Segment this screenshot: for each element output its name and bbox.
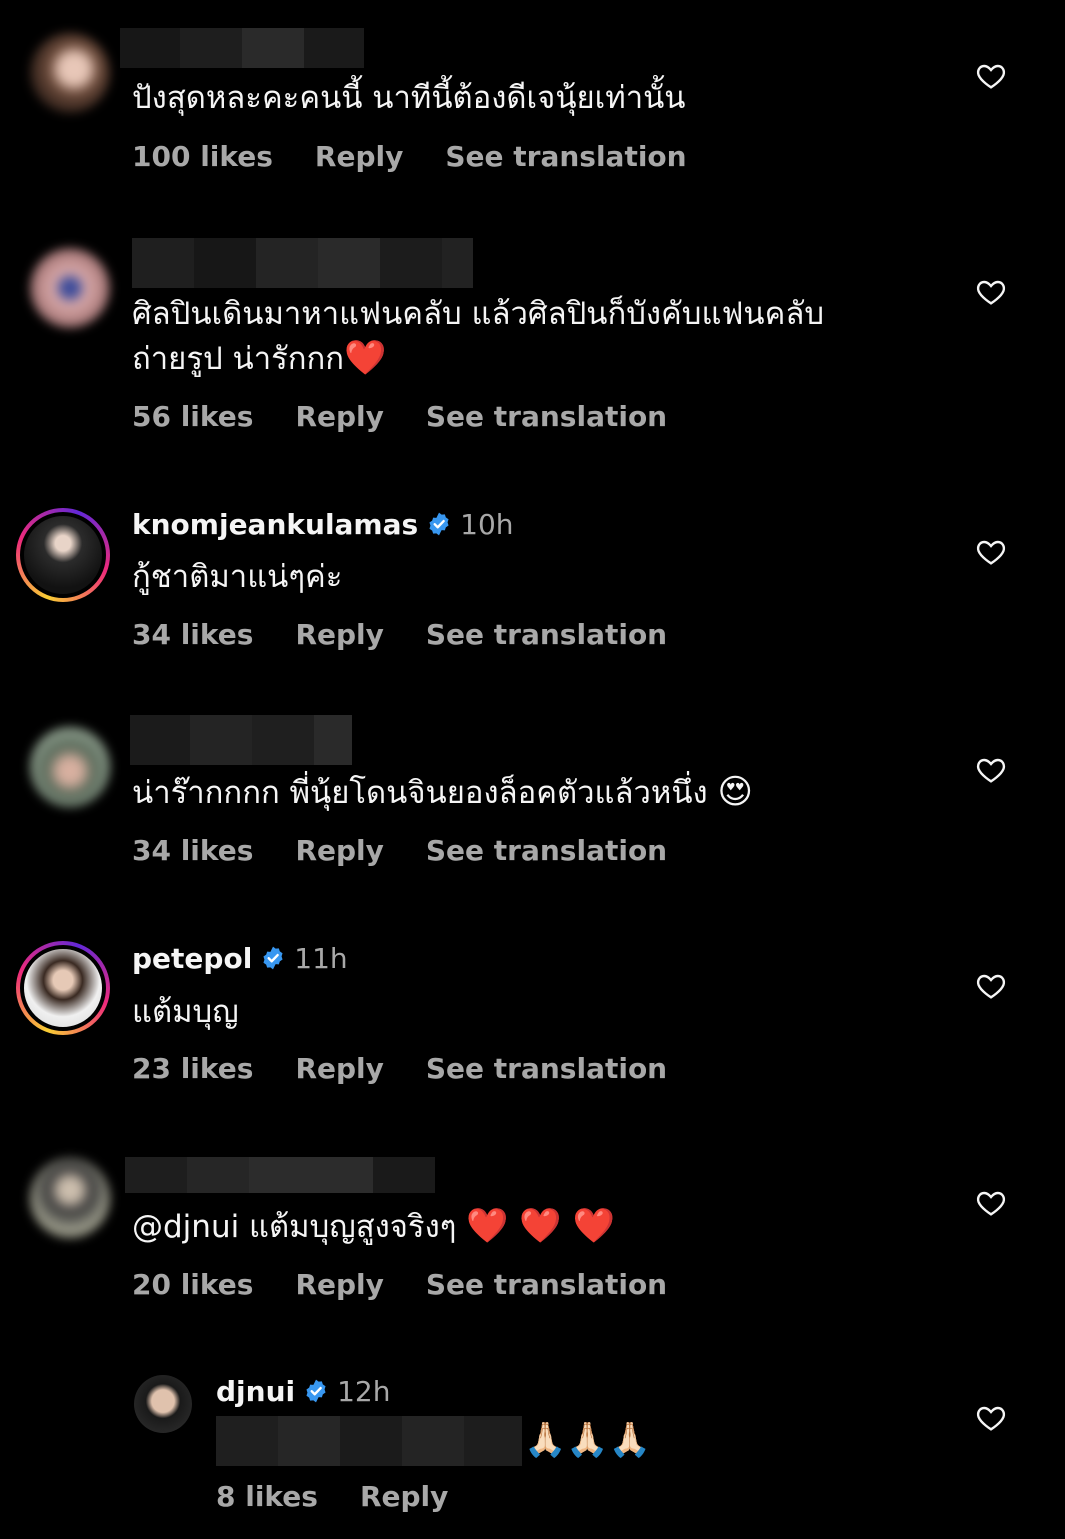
see-translation-button[interactable]: See translation	[426, 834, 667, 867]
likes-count[interactable]: 23 likes	[132, 1052, 253, 1085]
comment-header: knomjeankulamas 10h	[132, 504, 514, 544]
comment-text: @djnui แต้มบุญสูงจริงๆ ❤️ ❤️ ❤️	[132, 1206, 615, 1246]
verified-badge-icon	[429, 512, 449, 536]
comment-text-line2: ถ่ายรูป น่ารักกก❤️	[132, 338, 387, 378]
reply-button[interactable]: Reply	[295, 834, 383, 867]
avatar[interactable]	[16, 508, 110, 602]
username[interactable]: petepol	[132, 942, 252, 975]
redacted-mention	[216, 1416, 522, 1466]
comment-text: ปังสุดหละคะคนนี้ นาทีนี้ต้องดีเจนุ้ยเท่า…	[132, 80, 686, 116]
timestamp: 10h	[460, 507, 514, 541]
reply-button[interactable]: Reply	[295, 1052, 383, 1085]
comment-actions: 100 likes Reply See translation	[132, 140, 687, 173]
heart-icon[interactable]	[975, 1402, 1007, 1434]
avatar[interactable]	[30, 248, 110, 328]
reply-button[interactable]: Reply	[295, 1268, 383, 1301]
redacted-username	[130, 715, 352, 765]
comment-actions: 23 likes Reply See translation	[132, 1052, 667, 1085]
comment-text: กู้ชาติมาแน่ๆค่ะ	[132, 559, 343, 595]
reply-button[interactable]: Reply	[315, 140, 403, 173]
likes-count[interactable]: 20 likes	[132, 1268, 253, 1301]
heart-icon[interactable]	[975, 60, 1007, 92]
see-translation-button[interactable]: See translation	[426, 400, 667, 433]
comment-actions: 34 likes Reply See translation	[132, 834, 667, 867]
likes-count[interactable]: 8 likes	[216, 1480, 318, 1513]
heart-icon[interactable]	[975, 754, 1007, 786]
likes-count[interactable]: 56 likes	[132, 400, 253, 433]
avatar[interactable]	[16, 941, 110, 1035]
reply-button[interactable]: Reply	[295, 400, 383, 433]
username[interactable]: djnui	[216, 1375, 295, 1408]
comment-text: แต้มบุญ	[132, 994, 239, 1030]
comment-text-line1: ศิลปินเดินมาหาแฟนคลับ แล้วศิลปินก็บังคับ…	[132, 296, 824, 332]
reply-actions: 8 likes Reply	[216, 1480, 448, 1513]
avatar[interactable]	[134, 1375, 192, 1433]
verified-badge-icon	[263, 946, 283, 970]
avatar[interactable]	[30, 727, 110, 807]
username[interactable]: knomjeankulamas	[132, 508, 418, 541]
see-translation-button[interactable]: See translation	[445, 140, 686, 173]
heart-icon[interactable]	[975, 1187, 1007, 1219]
comment-actions: 34 likes Reply See translation	[132, 618, 667, 651]
verified-badge-icon	[306, 1379, 326, 1403]
comment-header: petepol 11h	[132, 938, 348, 978]
heart-icon[interactable]	[975, 970, 1007, 1002]
likes-count[interactable]: 100 likes	[132, 140, 273, 173]
heart-eyes-emoji: 😍	[717, 772, 753, 812]
see-translation-button[interactable]: See translation	[426, 1052, 667, 1085]
heart-icon[interactable]	[975, 536, 1007, 568]
reply-text: 🙏🏻🙏🏻🙏🏻	[524, 1418, 651, 1463]
praying-hands-emoji: 🙏🏻🙏🏻🙏🏻	[524, 1420, 652, 1460]
redacted-username	[132, 238, 473, 288]
avatar[interactable]	[30, 33, 110, 113]
redacted-username	[125, 1157, 435, 1193]
timestamp: 11h	[294, 941, 348, 975]
see-translation-button[interactable]: See translation	[426, 618, 667, 651]
timestamp: 12h	[337, 1374, 391, 1408]
reply-header: djnui 12h	[216, 1371, 390, 1411]
heart-icon[interactable]	[975, 276, 1007, 308]
comment-actions: 20 likes Reply See translation	[132, 1268, 667, 1301]
avatar[interactable]	[30, 1158, 110, 1238]
hearts-emoji: ❤️ ❤️ ❤️	[466, 1206, 615, 1246]
redacted-username	[120, 28, 364, 68]
likes-count[interactable]: 34 likes	[132, 834, 253, 867]
reply-button[interactable]: Reply	[360, 1480, 448, 1513]
comment-text: น่าร๊ากกกก พี่นุ้ยโดนจินยองล็อคตัวแล้วหน…	[132, 772, 753, 812]
likes-count[interactable]: 34 likes	[132, 618, 253, 651]
reply-button[interactable]: Reply	[295, 618, 383, 651]
heart-emoji: ❤️	[344, 338, 387, 378]
see-translation-button[interactable]: See translation	[426, 1268, 667, 1301]
comment-actions: 56 likes Reply See translation	[132, 400, 667, 433]
